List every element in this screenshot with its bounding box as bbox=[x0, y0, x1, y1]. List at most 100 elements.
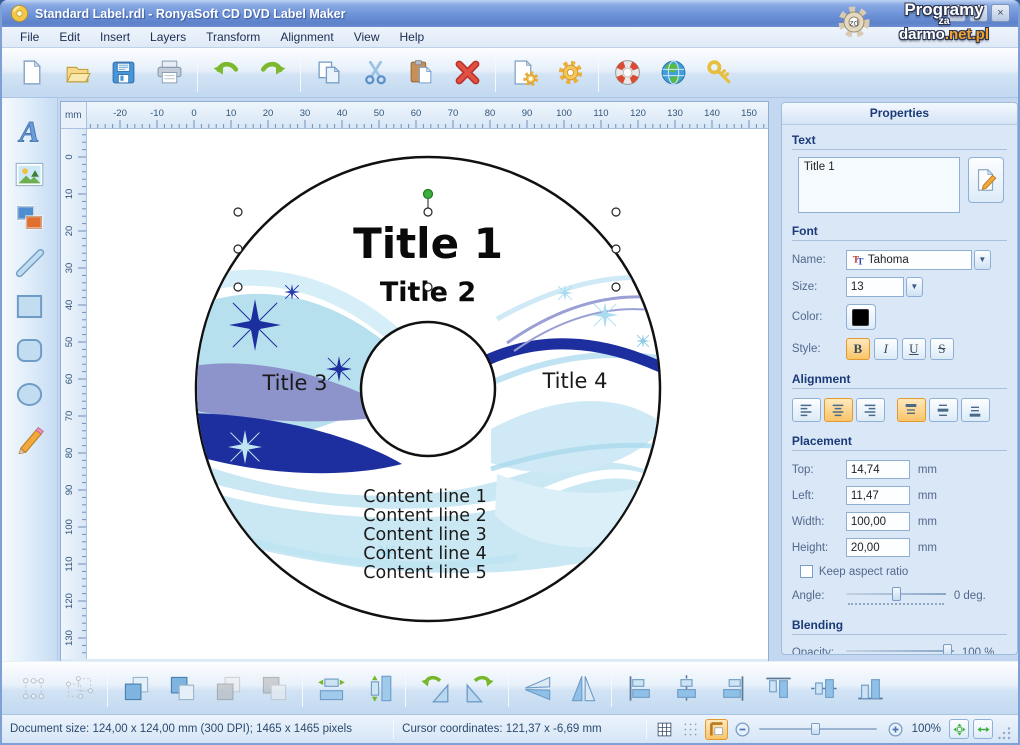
align-top-edges-button[interactable] bbox=[755, 666, 801, 710]
valign-middle-button[interactable] bbox=[929, 398, 958, 422]
placement-width-input[interactable] bbox=[846, 512, 910, 531]
placement-top-input[interactable] bbox=[846, 460, 910, 479]
svg-text:140: 140 bbox=[704, 108, 720, 119]
tool-line[interactable] bbox=[8, 242, 50, 282]
menu-alignment[interactable]: Alignment bbox=[270, 28, 343, 46]
resize-grip[interactable] bbox=[998, 727, 1012, 741]
tool-pencil[interactable] bbox=[8, 418, 50, 458]
ruler-unit-label: mm bbox=[61, 102, 87, 129]
zoom-in-button[interactable] bbox=[884, 719, 907, 740]
ungroup-button[interactable] bbox=[56, 666, 102, 710]
design-canvas[interactable]: Title 1 Title 2 Title 3 Title 4 Content … bbox=[87, 129, 768, 659]
align-bottom-edges-button[interactable] bbox=[847, 666, 893, 710]
keep-aspect-checkbox[interactable] bbox=[800, 565, 813, 578]
style-u-button[interactable]: U bbox=[902, 338, 926, 360]
menu-file[interactable]: File bbox=[10, 28, 49, 46]
style-b-button[interactable]: B bbox=[846, 338, 870, 360]
undo-button[interactable] bbox=[203, 52, 249, 94]
group-button[interactable] bbox=[10, 666, 56, 710]
bring-forward-button[interactable] bbox=[205, 666, 251, 710]
svg-text:A: A bbox=[17, 115, 39, 145]
align-text-center-button[interactable] bbox=[824, 398, 853, 422]
font-name-combo[interactable]: T T Tahoma bbox=[846, 250, 972, 270]
document-settings-button[interactable] bbox=[501, 52, 547, 94]
placement-left-input[interactable] bbox=[846, 486, 910, 505]
register-button[interactable] bbox=[696, 52, 742, 94]
redo-button[interactable] bbox=[249, 52, 295, 94]
align-horizontal-centers-button[interactable] bbox=[663, 666, 709, 710]
tool-ellipse[interactable] bbox=[8, 374, 50, 414]
rotate-left-button[interactable] bbox=[411, 666, 457, 710]
font-name-dropdown-button[interactable]: ▼ bbox=[974, 250, 991, 270]
website-button[interactable] bbox=[650, 52, 696, 94]
maximize-button[interactable]: □ bbox=[969, 4, 988, 22]
align-right-edges-button[interactable] bbox=[709, 666, 755, 710]
menu-edit[interactable]: Edit bbox=[49, 28, 90, 46]
send-to-back-button[interactable] bbox=[159, 666, 205, 710]
align-right-edges-icon bbox=[717, 673, 748, 704]
cd-title-2[interactable]: Title 2 bbox=[380, 277, 476, 308]
svg-text:40: 40 bbox=[64, 300, 75, 311]
menu-insert[interactable]: Insert bbox=[90, 28, 140, 46]
flip-horizontal-button[interactable] bbox=[560, 666, 606, 710]
help-button[interactable] bbox=[604, 52, 650, 94]
paste-button[interactable] bbox=[398, 52, 444, 94]
style-s-button[interactable]: S bbox=[930, 338, 954, 360]
bring-to-front-button[interactable] bbox=[113, 666, 159, 710]
new-button[interactable] bbox=[8, 52, 54, 94]
align-left-edges-button[interactable] bbox=[617, 666, 663, 710]
pencil-icon bbox=[14, 423, 45, 454]
cd-title-1[interactable]: Title 1 bbox=[353, 219, 503, 268]
cd-title-3[interactable]: Title 3 bbox=[261, 371, 327, 395]
fit-width-button[interactable] bbox=[973, 719, 993, 739]
make-same-height-button[interactable] bbox=[354, 666, 400, 710]
cd-title-4[interactable]: Title 4 bbox=[541, 369, 607, 393]
font-size-combo[interactable]: 13 bbox=[846, 277, 904, 297]
group-icon bbox=[18, 673, 49, 704]
rotate-right-button[interactable] bbox=[457, 666, 503, 710]
tool-rectangle[interactable] bbox=[8, 286, 50, 326]
fit-page-button[interactable] bbox=[949, 719, 969, 739]
snap-grid-toggle-button[interactable] bbox=[679, 719, 702, 740]
valign-top-button[interactable] bbox=[897, 398, 926, 422]
valign-bottom-button[interactable] bbox=[961, 398, 990, 422]
opacity-slider[interactable] bbox=[846, 644, 954, 655]
ruler-toggle-button[interactable] bbox=[705, 719, 728, 740]
placement-height-input[interactable] bbox=[846, 538, 910, 557]
zoom-out-button[interactable] bbox=[731, 719, 754, 740]
align-text-right-button[interactable] bbox=[856, 398, 885, 422]
minimize-button[interactable]: – bbox=[947, 4, 966, 22]
close-button[interactable]: × bbox=[991, 4, 1010, 22]
open-button[interactable] bbox=[54, 52, 100, 94]
menu-view[interactable]: View bbox=[344, 28, 390, 46]
text-content-input[interactable]: Title 1 bbox=[798, 157, 960, 213]
align-text-left-button[interactable] bbox=[792, 398, 821, 422]
zoom-slider[interactable] bbox=[759, 721, 877, 737]
menu-help[interactable]: Help bbox=[389, 28, 434, 46]
menu-layers[interactable]: Layers bbox=[140, 28, 196, 46]
font-color-button[interactable] bbox=[846, 304, 876, 330]
title-bar[interactable]: Standard Label.rdl - RonyaSoft CD DVD La… bbox=[2, 0, 1018, 27]
style-i-button[interactable]: I bbox=[874, 338, 898, 360]
cut-button[interactable] bbox=[352, 52, 398, 94]
tool-text[interactable]: A bbox=[8, 110, 50, 150]
tool-rounded-rectangle[interactable] bbox=[8, 330, 50, 370]
tool-image[interactable] bbox=[8, 154, 50, 194]
copy-button[interactable] bbox=[306, 52, 352, 94]
angle-slider[interactable] bbox=[846, 587, 946, 605]
save-button[interactable] bbox=[100, 52, 146, 94]
send-backward-button[interactable] bbox=[251, 666, 297, 710]
menu-transform[interactable]: Transform bbox=[196, 28, 270, 46]
flip-vertical-button[interactable] bbox=[514, 666, 560, 710]
make-same-width-button[interactable] bbox=[308, 666, 354, 710]
align-vertical-centers-button[interactable] bbox=[801, 666, 847, 710]
cd-content-lines[interactable]: Content line 1 Content line 2 Content li… bbox=[363, 487, 486, 583]
delete-button[interactable] bbox=[444, 52, 490, 94]
svg-text:T: T bbox=[857, 256, 864, 267]
print-button[interactable] bbox=[146, 52, 192, 94]
font-size-dropdown-button[interactable]: ▼ bbox=[906, 277, 923, 297]
options-button[interactable] bbox=[547, 52, 593, 94]
tool-clipart[interactable] bbox=[8, 198, 50, 238]
edit-text-button[interactable] bbox=[968, 157, 1004, 203]
grid-toggle-button[interactable] bbox=[653, 719, 676, 740]
